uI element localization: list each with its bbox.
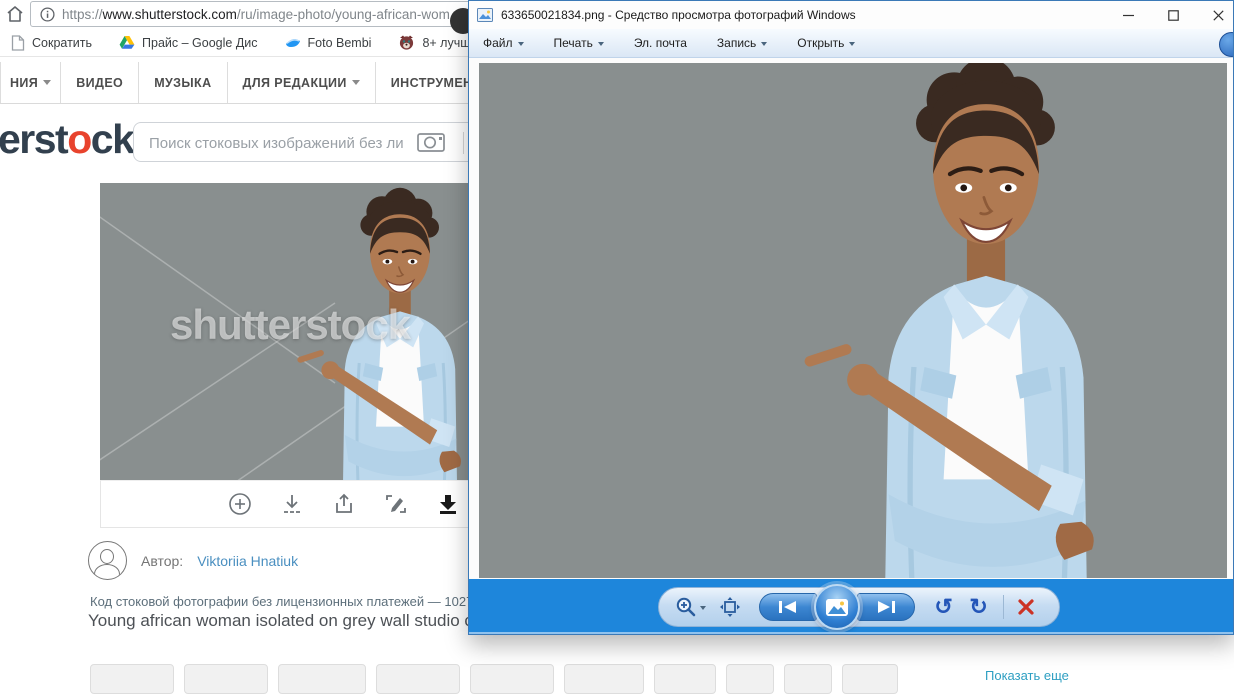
download-button[interactable] <box>279 491 305 517</box>
zoom-in-button[interactable] <box>227 491 253 517</box>
share-button[interactable] <box>331 491 357 517</box>
edit-button[interactable] <box>383 491 409 517</box>
search-divider <box>463 132 464 154</box>
tab-music[interactable]: МУЗЫКА <box>138 62 226 103</box>
photo-viewer-window: 633650021834.png - Средство просмотра фо… <box>468 0 1234 635</box>
delete-button[interactable] <box>1017 598 1035 616</box>
chevron-down-icon <box>597 42 604 46</box>
shutterstock-logo-partial[interactable]: erstock <box>0 116 135 163</box>
tag-pill[interactable] <box>654 664 716 694</box>
slideshow-button[interactable] <box>813 584 860 630</box>
stock-photo-preview[interactable]: shutterstock <box>100 183 480 480</box>
navigation-cluster <box>758 584 915 630</box>
fit-to-window-icon <box>719 597 740 617</box>
viewer-menu-bar: Файл Печать Эл. почта Запись Открыть <box>469 29 1233 58</box>
tag-pill[interactable] <box>376 664 460 694</box>
tag-pill[interactable] <box>278 664 366 694</box>
dog-icon <box>400 35 414 50</box>
show-more-link[interactable]: Показать еще <box>985 668 1069 683</box>
download-filled-button[interactable] <box>435 491 461 517</box>
url-text: https://www.shutterstock.com/ru/image-ph… <box>62 6 450 22</box>
tag-pill[interactable] <box>470 664 554 694</box>
maximize-button[interactable] <box>1151 1 1196 29</box>
search-input[interactable] <box>147 125 406 161</box>
slideshow-icon <box>825 598 848 616</box>
chevron-down-icon <box>699 606 706 610</box>
bookmark-google-drive[interactable]: Прайс – Google Дис <box>119 35 258 50</box>
google-drive-icon <box>119 36 135 49</box>
menu-email[interactable]: Эл. почта <box>634 36 687 50</box>
photo-title-line: Young african woman isolated on grey wal… <box>88 611 528 630</box>
search-box <box>133 122 478 162</box>
minimize-button[interactable] <box>1106 1 1151 29</box>
chevron-down-icon <box>43 80 52 85</box>
viewer-bottom-border <box>469 632 1233 634</box>
viewer-photo <box>479 63 1227 578</box>
tag-pill[interactable] <box>842 664 898 694</box>
photo-viewer-icon <box>477 8 493 22</box>
site-nav-tabs: НИЯ ВИДЕО МУЗЫКА ДЛЯ РЕДАКЦИИ ИНСТРУМЕНТ… <box>0 62 523 104</box>
menu-open[interactable]: Открыть <box>797 36 856 50</box>
info-icon[interactable] <box>40 6 55 22</box>
photo-code-line: Код стоковой фотографии без лицензионных… <box>90 594 503 609</box>
tab-images-partial[interactable]: НИЯ <box>0 62 60 103</box>
author-link[interactable]: Viktoriia Hnatiuk <box>197 553 298 569</box>
tag-pill[interactable] <box>784 664 832 694</box>
chevron-down-icon <box>761 42 768 46</box>
fit-to-window-button[interactable] <box>719 596 741 618</box>
woman-photo <box>774 63 1198 578</box>
tab-editorial[interactable]: ДЛЯ РЕДАКЦИИ <box>226 62 375 103</box>
toolbar-divider <box>1002 595 1004 619</box>
tag-pill[interactable] <box>90 664 174 694</box>
tag-pill[interactable] <box>184 664 268 694</box>
window-controls <box>1106 1 1233 29</box>
keyword-tags-row <box>90 664 898 694</box>
bookmark-foto-bembi[interactable]: Foto Bembi <box>285 35 371 51</box>
previous-button[interactable] <box>758 593 817 621</box>
home-button[interactable] <box>5 4 25 24</box>
chevron-down-icon <box>517 42 524 46</box>
menu-file[interactable]: Файл <box>483 36 524 50</box>
viewer-toolbar-pill <box>657 584 1060 630</box>
shutterstock-watermark: shutterstock <box>169 301 411 348</box>
photo-action-bar <box>100 480 480 528</box>
viewer-title-bar[interactable]: 633650021834.png - Средство просмотра фо… <box>469 1 1233 29</box>
author-label: Автор: <box>141 552 184 569</box>
author-avatar[interactable] <box>88 541 127 580</box>
viewer-photo-area <box>469 58 1233 579</box>
next-button[interactable] <box>856 593 915 621</box>
tag-pill[interactable] <box>564 664 644 694</box>
author-row: Автор: Viktoriia Hnatiuk <box>88 541 298 580</box>
tab-video[interactable]: ВИДЕО <box>60 62 138 103</box>
zoom-dropdown-button[interactable] <box>675 596 706 618</box>
menu-print[interactable]: Печать <box>554 36 604 50</box>
delete-x-icon <box>1018 599 1034 615</box>
chevron-down-icon <box>849 42 856 46</box>
camera-search-button[interactable] <box>417 131 447 153</box>
magnifier-plus-icon <box>676 597 695 617</box>
menu-burn[interactable]: Запись <box>717 36 768 50</box>
page-icon <box>11 34 25 51</box>
chevron-down-icon <box>351 80 360 85</box>
bookmark-sokratit[interactable]: Сократить <box>11 34 92 51</box>
tag-pill[interactable] <box>726 664 774 694</box>
rotate-clockwise-button[interactable] <box>968 597 990 617</box>
rotate-counterclockwise-button[interactable] <box>933 597 955 617</box>
viewer-title: 633650021834.png - Средство просмотра фо… <box>501 8 856 22</box>
viewer-toolbar <box>469 579 1233 634</box>
close-button[interactable] <box>1196 1 1233 29</box>
foto-bembi-icon <box>285 38 300 47</box>
